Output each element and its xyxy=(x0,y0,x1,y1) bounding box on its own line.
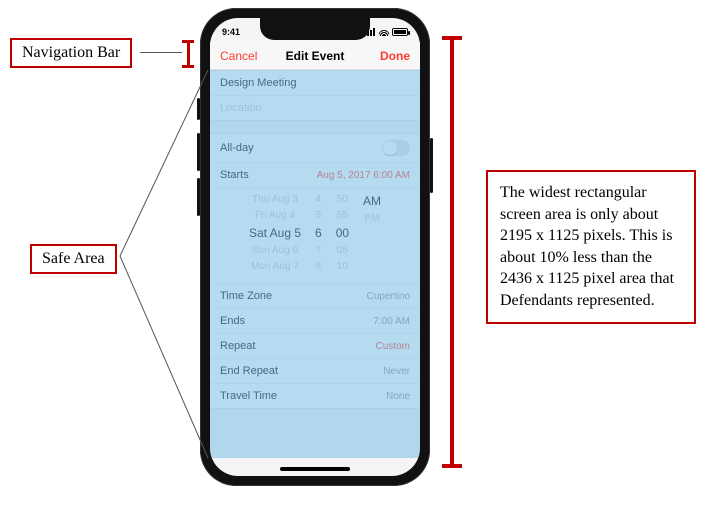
starts-label: Starts xyxy=(220,169,249,181)
timezone-label: Time Zone xyxy=(220,290,272,302)
home-indicator[interactable] xyxy=(280,467,350,471)
starts-row[interactable]: Starts Aug 5, 2017 6:00 AM xyxy=(210,163,420,188)
event-title-field[interactable]: Design Meeting xyxy=(210,71,420,96)
endrepeat-row[interactable]: End Repeat Never xyxy=(210,359,420,384)
safe-area-connector xyxy=(116,68,212,468)
status-indicators xyxy=(364,28,408,36)
picker-hour-col: 4 5 6 7 8 xyxy=(315,192,322,275)
timezone-value: Cupertino xyxy=(367,291,410,302)
event-location-field[interactable]: Location xyxy=(210,96,420,120)
callout-safe-area-text: Safe Area xyxy=(42,250,105,267)
form-content: Design Meeting Location All-day Starts A… xyxy=(210,70,420,476)
battery-icon xyxy=(392,28,408,36)
picker-ampm-col: AM PM xyxy=(363,192,381,275)
traveltime-label: Travel Time xyxy=(220,390,277,402)
phone-screen: 9:41 Cancel Edit Event Done Design Meeti… xyxy=(210,18,420,476)
date-picker[interactable]: Thu Aug 3 Fri Aug 4 Sat Aug 5 Sun Aug 6 … xyxy=(210,188,420,284)
endrepeat-label: End Repeat xyxy=(220,365,278,377)
event-title-value: Design Meeting xyxy=(220,77,296,89)
traveltime-row[interactable]: Travel Time None xyxy=(210,384,420,408)
callout-safe-area: Safe Area xyxy=(30,244,117,274)
endrepeat-value: Never xyxy=(383,366,410,377)
starts-value: Aug 5, 2017 6:00 AM xyxy=(317,170,410,181)
phone-frame: 9:41 Cancel Edit Event Done Design Meeti… xyxy=(200,8,430,486)
callout-navigation-bar: Navigation Bar xyxy=(10,38,132,68)
allday-label: All-day xyxy=(220,142,254,154)
ends-row[interactable]: Ends 7:00 AM xyxy=(210,309,420,334)
navigation-bar: Cancel Edit Event Done xyxy=(210,42,420,70)
picker-date-col: Thu Aug 3 Fri Aug 4 Sat Aug 5 Sun Aug 6 … xyxy=(249,192,301,275)
callout-right-text-content: The widest rectangular screen area is on… xyxy=(500,184,674,309)
traveltime-value: None xyxy=(386,391,410,402)
status-time: 9:41 xyxy=(222,27,240,37)
timezone-row[interactable]: Time Zone Cupertino xyxy=(210,284,420,309)
allday-row: All-day xyxy=(210,134,420,163)
repeat-label: Repeat xyxy=(220,340,255,352)
repeat-value: Custom xyxy=(376,341,410,352)
cancel-button[interactable]: Cancel xyxy=(220,49,257,63)
repeat-row[interactable]: Repeat Custom xyxy=(210,334,420,359)
picker-min-col: 50 55 00 05 10 xyxy=(336,192,349,275)
callout-right-text: The widest rectangular screen area is on… xyxy=(486,170,696,324)
wifi-icon xyxy=(379,28,389,36)
phone-notch xyxy=(260,18,370,40)
ends-value: 7:00 AM xyxy=(373,316,410,327)
callout-navigation-bar-text: Navigation Bar xyxy=(22,44,120,61)
done-button[interactable]: Done xyxy=(380,49,410,63)
nav-connector-line xyxy=(140,52,182,53)
event-location-placeholder: Location xyxy=(220,102,262,114)
ends-label: Ends xyxy=(220,315,245,327)
allday-toggle[interactable] xyxy=(382,140,410,156)
